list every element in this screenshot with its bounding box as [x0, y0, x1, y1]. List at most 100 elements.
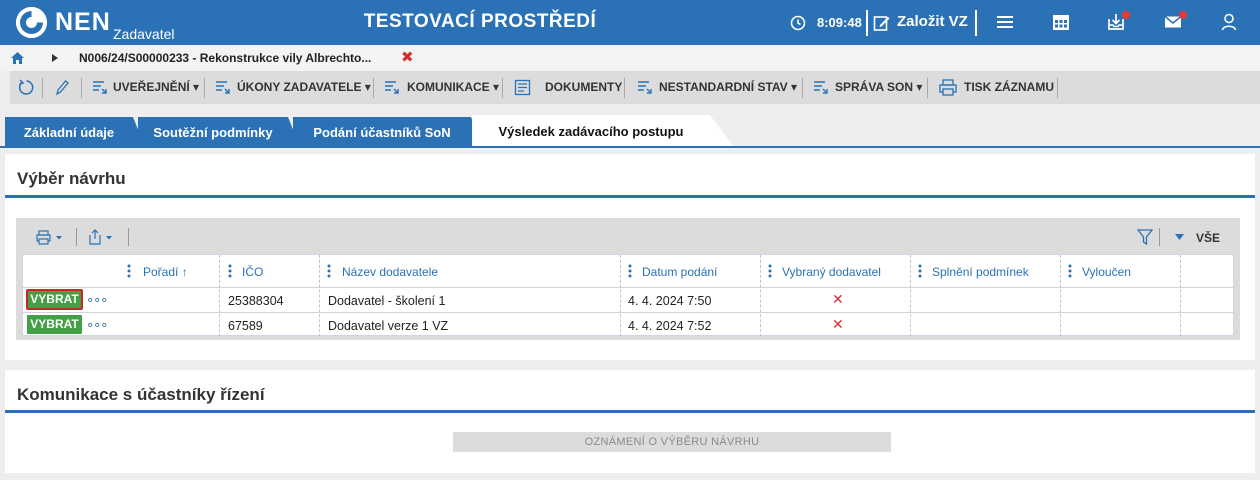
pencil-icon[interactable] [54, 79, 69, 96]
column-header-ico[interactable]: IČO [242, 255, 263, 287]
column-menu-icon[interactable] [228, 264, 232, 278]
column-menu-icon[interactable] [918, 264, 922, 278]
column-separator [219, 255, 220, 337]
section-title: Komunikace s účastníky řízení [17, 385, 265, 404]
publish-icon [93, 81, 107, 94]
header-separator [866, 10, 868, 36]
cell-supplier-name: Dodavatel - školení 1 [328, 294, 446, 308]
selection-notice-button[interactable]: OZNÁMENÍ O VÝBĚRU NÁVRHU [453, 432, 891, 452]
cell-submission-date: 4. 4. 2024 7:52 [628, 319, 712, 333]
cell-submission-date: 4. 4. 2024 7:50 [628, 294, 712, 308]
column-header-supplier-name[interactable]: Název dodavatele [342, 255, 438, 287]
communication-icon [385, 81, 399, 94]
toolbar-separator [624, 78, 625, 98]
toolbar-separator [81, 78, 82, 98]
column-header-order[interactable]: Pořadí ↑ [143, 255, 188, 287]
calendar-icon[interactable] [1052, 13, 1070, 31]
column-separator [1060, 255, 1061, 337]
breadcrumb-record[interactable]: N006/24/S00000233 - Rekonstrukce vily Al… [79, 51, 371, 65]
column-header-selected-supplier[interactable]: Vybraný dodavatel [782, 255, 881, 287]
column-menu-icon[interactable] [327, 264, 331, 278]
select-supplier-button[interactable]: VYBRAT [27, 315, 82, 334]
print-record-button[interactable]: TISK ZÁZNAMU [964, 80, 1054, 94]
toolbar-separator [502, 78, 503, 98]
suppliers-grid: VŠE Pořadí ↑ IČO Název dodavatele Datum … [16, 218, 1240, 340]
column-header-conditions-met[interactable]: Splnění podmínek [932, 255, 1029, 287]
participant-communication-panel: Komunikace s účastníky řízení OZNÁMENÍ O… [5, 370, 1255, 473]
communication-menu-button[interactable]: KOMUNIKACE ▾ [407, 80, 499, 94]
header-row-divider [23, 287, 1233, 288]
actions-icon [216, 81, 230, 94]
session-time: 8:09:48 [817, 15, 862, 30]
not-selected-icon: ✕ [832, 291, 844, 307]
grid-toolbar-separator [128, 228, 129, 246]
column-separator [319, 255, 320, 337]
nonstandard-state-icon [638, 81, 652, 94]
grid-toolbar-separator [1159, 228, 1160, 246]
home-icon[interactable] [11, 52, 24, 64]
tab-procurement-result[interactable]: Výsledek zadávacího postupu [472, 115, 710, 147]
create-vz-button[interactable]: Založit VZ [897, 13, 968, 30]
toolbar-separator [204, 78, 205, 98]
print-icon[interactable] [36, 230, 66, 245]
contracting-actions-menu-button[interactable]: ÚKONY ZADAVATELE ▾ [237, 80, 371, 94]
cell-ico: 25388304 [228, 294, 284, 308]
column-separator [1180, 255, 1181, 337]
edit-icon[interactable] [873, 14, 891, 32]
chevron-down-icon[interactable] [1175, 234, 1184, 240]
toolbar-separator [42, 78, 43, 98]
environment-title: TESTOVACÍ PROSTŘEDÍ [363, 11, 597, 32]
printer-icon [939, 79, 957, 96]
grid-toolbar-separator [76, 228, 77, 246]
refresh-icon[interactable] [18, 79, 35, 96]
son-management-icon [814, 81, 828, 94]
breadcrumb: N006/24/S00000233 - Rekonstrukce vily Al… [0, 45, 1260, 71]
section-title: Výběr návrhu [17, 169, 126, 188]
tabs-underline [0, 146, 1260, 148]
tab-basic-info[interactable]: Základní údaje [5, 117, 133, 147]
clock-icon [790, 15, 806, 31]
row-more-icon[interactable]: ∘∘∘ [86, 292, 108, 308]
notification-badge [1179, 11, 1187, 19]
column-separator [910, 255, 911, 337]
document-icon [514, 79, 531, 96]
chevron-right-icon [52, 54, 58, 62]
documents-button[interactable]: DOKUMENTY [545, 80, 622, 94]
menu-icon[interactable] [996, 13, 1014, 31]
son-management-menu-button[interactable]: SPRÁVA SON ▾ [835, 80, 922, 94]
toolbar-separator [373, 78, 374, 98]
grid-toolbar: VŠE [16, 218, 1240, 253]
export-icon[interactable] [88, 229, 118, 245]
cell-supplier-name: Dodavatel verze 1 VZ [328, 319, 449, 333]
toolbar-separator [927, 78, 928, 98]
toolbar-separator [1057, 78, 1058, 98]
user-icon[interactable] [1221, 13, 1237, 31]
filter-icon[interactable] [1137, 229, 1153, 246]
column-menu-icon[interactable] [768, 264, 772, 278]
tab-corner [710, 115, 734, 147]
notification-badge [1122, 11, 1130, 19]
column-header-submission-date[interactable]: Datum podání [642, 255, 717, 287]
section-rule [5, 410, 1255, 413]
publish-menu-button[interactable]: UVEŘEJNĚNÍ ▾ [113, 80, 199, 94]
toolbar-separator [802, 78, 803, 98]
tab-tender-conditions[interactable]: Soutěžní podmínky [138, 117, 288, 147]
row-divider [23, 312, 1233, 313]
tab-participant-submissions[interactable]: Podání účastníků SoN [293, 117, 471, 147]
column-menu-icon[interactable] [628, 264, 632, 278]
column-separator [620, 255, 621, 337]
column-separator [760, 255, 761, 337]
section-rule [5, 195, 1255, 198]
top-bar: NEN Zadavatel TESTOVACÍ PROSTŘEDÍ 8:09:4… [0, 0, 1260, 45]
filter-all-button[interactable]: VŠE [1196, 231, 1220, 245]
nonstandard-state-menu-button[interactable]: NESTANDARDNÍ STAV ▾ [659, 80, 797, 94]
row-more-icon[interactable]: ∘∘∘ [86, 317, 108, 333]
action-toolbar: UVEŘEJNĚNÍ ▾ ÚKONY ZADAVATELE ▾ KOMUNIKA… [10, 71, 1260, 104]
column-menu-icon[interactable] [1068, 264, 1072, 278]
cell-ico: 67589 [228, 319, 263, 333]
column-header-excluded[interactable]: Vyloučen [1082, 255, 1131, 287]
select-supplier-button[interactable]: VYBRAT [26, 289, 83, 310]
close-record-icon[interactable]: ✖ [401, 48, 414, 66]
column-menu-icon[interactable] [127, 264, 131, 278]
not-selected-icon: ✕ [832, 316, 844, 332]
